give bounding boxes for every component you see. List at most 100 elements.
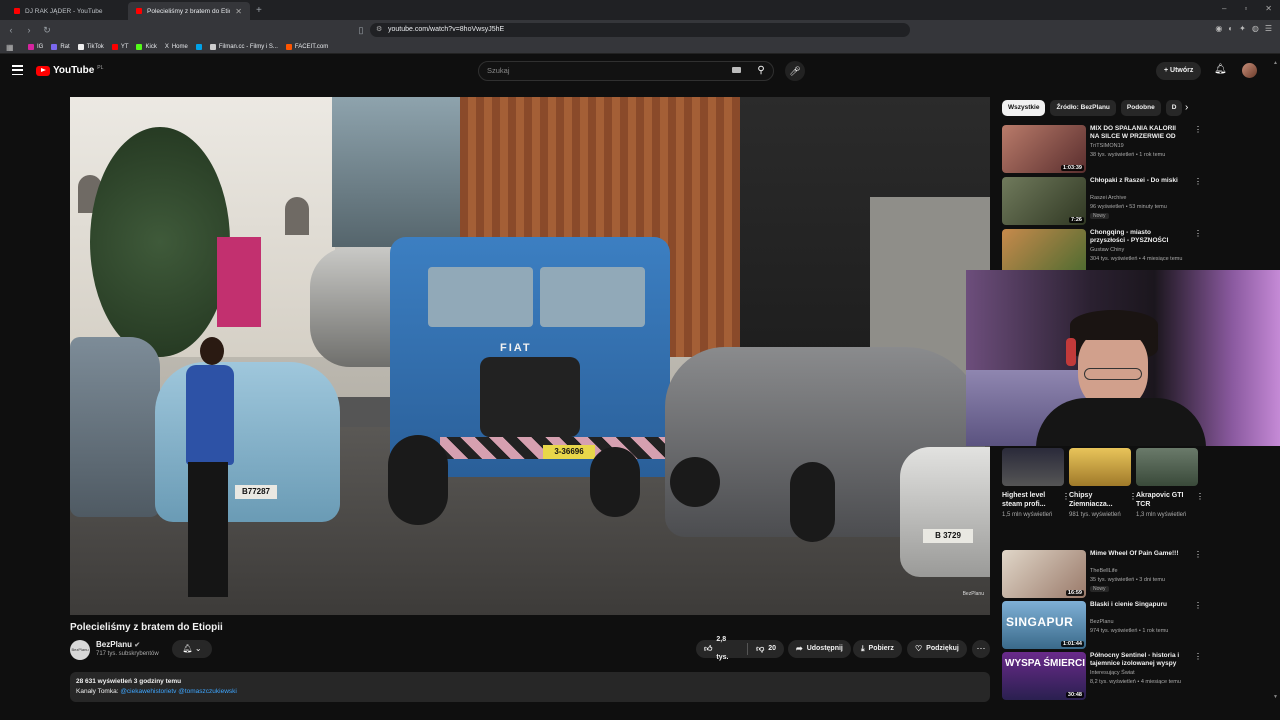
webcam-overlay xyxy=(966,270,1280,446)
short-views: 1,5 mln wyświetleń xyxy=(1002,512,1053,518)
kebab-menu-icon[interactable]: ⋮ xyxy=(1194,652,1202,661)
video-thumbnail: WYSPA ŚMIERCI 30:48 xyxy=(1002,652,1086,700)
recommendation-item[interactable]: 7:26 Chłopaki z Raszei - Do miski Raszei… xyxy=(1002,177,1202,225)
site-info-icon[interactable]: ⚙ xyxy=(376,23,382,37)
apps-grid-icon[interactable]: ▦ xyxy=(6,43,14,52)
reload-icon[interactable]: ↻ xyxy=(40,25,54,36)
bookmark-item[interactable]: FACEIT.com xyxy=(285,43,328,50)
bookmark-item[interactable]: IG xyxy=(28,43,43,50)
kebab-menu-icon[interactable]: ⋮ xyxy=(1194,125,1202,134)
puzzle-icon[interactable]: ✦ xyxy=(1239,24,1246,33)
extension-icon[interactable]: ◉ xyxy=(1215,24,1222,33)
back-icon[interactable]: ‹ xyxy=(4,25,18,35)
tiktok-icon xyxy=(77,43,84,50)
extension-icons: ◉ ◐ ✦ ◍ ☰ xyxy=(1215,24,1272,33)
car-wheel xyxy=(670,457,720,507)
bell-icon[interactable]: 🔔︎ xyxy=(1214,64,1227,75)
account-avatar[interactable] xyxy=(1242,63,1257,78)
instagram-icon xyxy=(28,43,34,50)
truck-wheel xyxy=(590,447,640,517)
page-scrollbar[interactable]: ▲ ▼ xyxy=(1273,60,1279,700)
thumbs-down-icon[interactable]: 👎︎ xyxy=(756,640,764,658)
chip-similar[interactable]: Podobne xyxy=(1120,100,1161,116)
short-title: Chipsy Ziemniacza... xyxy=(1069,492,1113,508)
scroll-up-icon[interactable]: ▲ xyxy=(1273,60,1278,66)
verified-icon: ✔ xyxy=(134,642,141,649)
maximize-icon[interactable]: ▫ xyxy=(1244,4,1247,13)
thanks-button[interactable]: ♡ Podziękuj xyxy=(907,640,967,658)
create-button[interactable]: + Utwórz xyxy=(1156,62,1202,80)
bookmark-item[interactable]: X Home xyxy=(165,44,188,50)
recommendation-item[interactable]: 1:03:39 MIX DO SPALANIA KALORII NA SILCE… xyxy=(1002,125,1202,173)
search-input[interactable]: Szukaj xyxy=(478,61,774,81)
new-tab-button[interactable]: + xyxy=(256,5,262,16)
duration-badge: 16:59 xyxy=(1065,590,1084,596)
hamburger-icon[interactable] xyxy=(12,65,23,75)
channel-name[interactable]: BezPlanu ✔ xyxy=(96,640,140,649)
share-button[interactable]: ➦ Udostępnij xyxy=(788,640,851,658)
kebab-menu-icon[interactable]: ⋮ xyxy=(1194,601,1202,610)
address-bar[interactable]: ⚙ youtube.com/watch?v=8hoVwsyJ5hE xyxy=(370,23,910,37)
recommendation-item[interactable]: 16:59 Mime Wheel Of Pain Game!!! TheBell… xyxy=(1002,550,1202,598)
short-item[interactable]: Akrapovic GTI TCR 1,3 mln wyświetleń ⋮ xyxy=(1136,448,1204,533)
profile-icon[interactable]: ◍ xyxy=(1252,24,1259,33)
minimize-icon[interactable]: – xyxy=(1222,4,1226,13)
short-thumbnail xyxy=(1002,448,1064,486)
description-box[interactable]: 28 631 wyświetleń 3 godziny temu Kanały … xyxy=(70,672,990,702)
rec-channel: Gustaw Chiny xyxy=(1090,247,1125,253)
short-views: 1,3 mln wyświetleń xyxy=(1136,512,1187,518)
chip-all[interactable]: Wszystkie xyxy=(1002,100,1046,116)
subscription-bell-button[interactable]: 🔔︎ ⌄ xyxy=(172,640,212,658)
short-item[interactable]: Highest level steam profi... 1,5 mln wyś… xyxy=(1002,448,1070,533)
bookmark-item[interactable]: TikTok xyxy=(77,43,104,50)
download-icon: ⤓ xyxy=(861,644,865,653)
kebab-menu-icon[interactable]: ⋮ xyxy=(1194,177,1202,186)
channel-avatar[interactable]: BezPlanu xyxy=(70,640,90,660)
download-button[interactable]: ⤓ Pobierz xyxy=(853,640,902,658)
short-item[interactable]: Chipsy Ziemniacza... 981 tys. wyświetleń… xyxy=(1069,448,1137,533)
kebab-menu-icon[interactable]: ⋮ xyxy=(1194,229,1202,238)
thumbs-up-icon[interactable]: 👍︎ xyxy=(704,640,712,658)
youtube-favicon-icon xyxy=(14,8,20,14)
chevron-right-icon[interactable]: › xyxy=(1185,102,1188,113)
tab-title: Polecieliśmy z bratem do Etio... xyxy=(147,7,231,15)
close-window-icon[interactable]: ✕ xyxy=(1265,4,1272,13)
more-actions-button[interactable]: ⋯ xyxy=(972,640,990,658)
tab-title: DJ RAK JĄDER - YouTube xyxy=(25,7,103,15)
rec-title: Północny Sentinel - historia i tajemnice… xyxy=(1090,652,1180,667)
url-text: youtube.com/watch?v=8hoVwsyJ5hE xyxy=(388,26,505,33)
bookmark-item[interactable]: Rat xyxy=(51,43,70,50)
browser-tab-active[interactable]: Polecieliśmy z bratem do Etio... ✕ xyxy=(128,2,250,20)
youtube-logo[interactable]: YouTube PL xyxy=(36,65,103,76)
chip-source[interactable]: Źródło: BezPlanu xyxy=(1050,100,1116,116)
search-icon[interactable]: ⚲ xyxy=(750,61,772,81)
mic-icon[interactable]: 🎤︎ xyxy=(785,61,805,81)
kebab-menu-icon[interactable]: ☰ xyxy=(1265,24,1272,33)
new-badge: Nowy xyxy=(1090,586,1109,592)
rec-title: Blaski i cienie Singapuru xyxy=(1090,601,1167,608)
tab-close-icon[interactable]: ✕ xyxy=(235,7,242,16)
tree xyxy=(90,127,230,357)
channel-link[interactable]: @ciekawehistorietv xyxy=(120,688,176,695)
bookmark-item[interactable] xyxy=(195,43,202,50)
channel-link[interactable]: @tomaszczukiewski xyxy=(178,688,237,695)
bookmark-star-icon[interactable]: ▯ xyxy=(354,25,368,36)
recommendation-item[interactable]: WYSPA ŚMIERCI 30:48 Północny Sentinel - … xyxy=(1002,652,1202,700)
forward-icon[interactable]: › xyxy=(22,25,36,35)
video-player[interactable]: B77287 FIAT 3-36696 B 3729 BezPlanu xyxy=(70,97,990,615)
kebab-menu-icon[interactable]: ⋮ xyxy=(1196,492,1204,501)
short-views: 981 tys. wyświetleń xyxy=(1069,512,1121,518)
bookmark-item[interactable]: Kick xyxy=(136,43,157,50)
browser-tab[interactable]: DJ RAK JĄDER - YouTube xyxy=(6,2,128,20)
extension-icon[interactable]: ◐ xyxy=(1228,24,1233,33)
chip-more[interactable]: D xyxy=(1165,100,1183,116)
kebab-menu-icon[interactable]: ⋮ xyxy=(1194,550,1202,559)
like-count[interactable]: 2,8 tys. xyxy=(716,631,739,667)
bookmark-item[interactable]: YT xyxy=(111,43,128,50)
video-watermark: BezPlanu xyxy=(962,591,984,597)
duration-badge: 7:26 xyxy=(1068,217,1084,223)
bookmark-item[interactable]: Filman.cc - Filmy i S... xyxy=(209,43,278,50)
recommendation-item[interactable]: SINGAPUR 1:01:44 Blaski i cienie Singapu… xyxy=(1002,601,1202,649)
scroll-down-icon[interactable]: ▼ xyxy=(1273,694,1278,700)
keyboard-icon[interactable] xyxy=(732,67,741,73)
